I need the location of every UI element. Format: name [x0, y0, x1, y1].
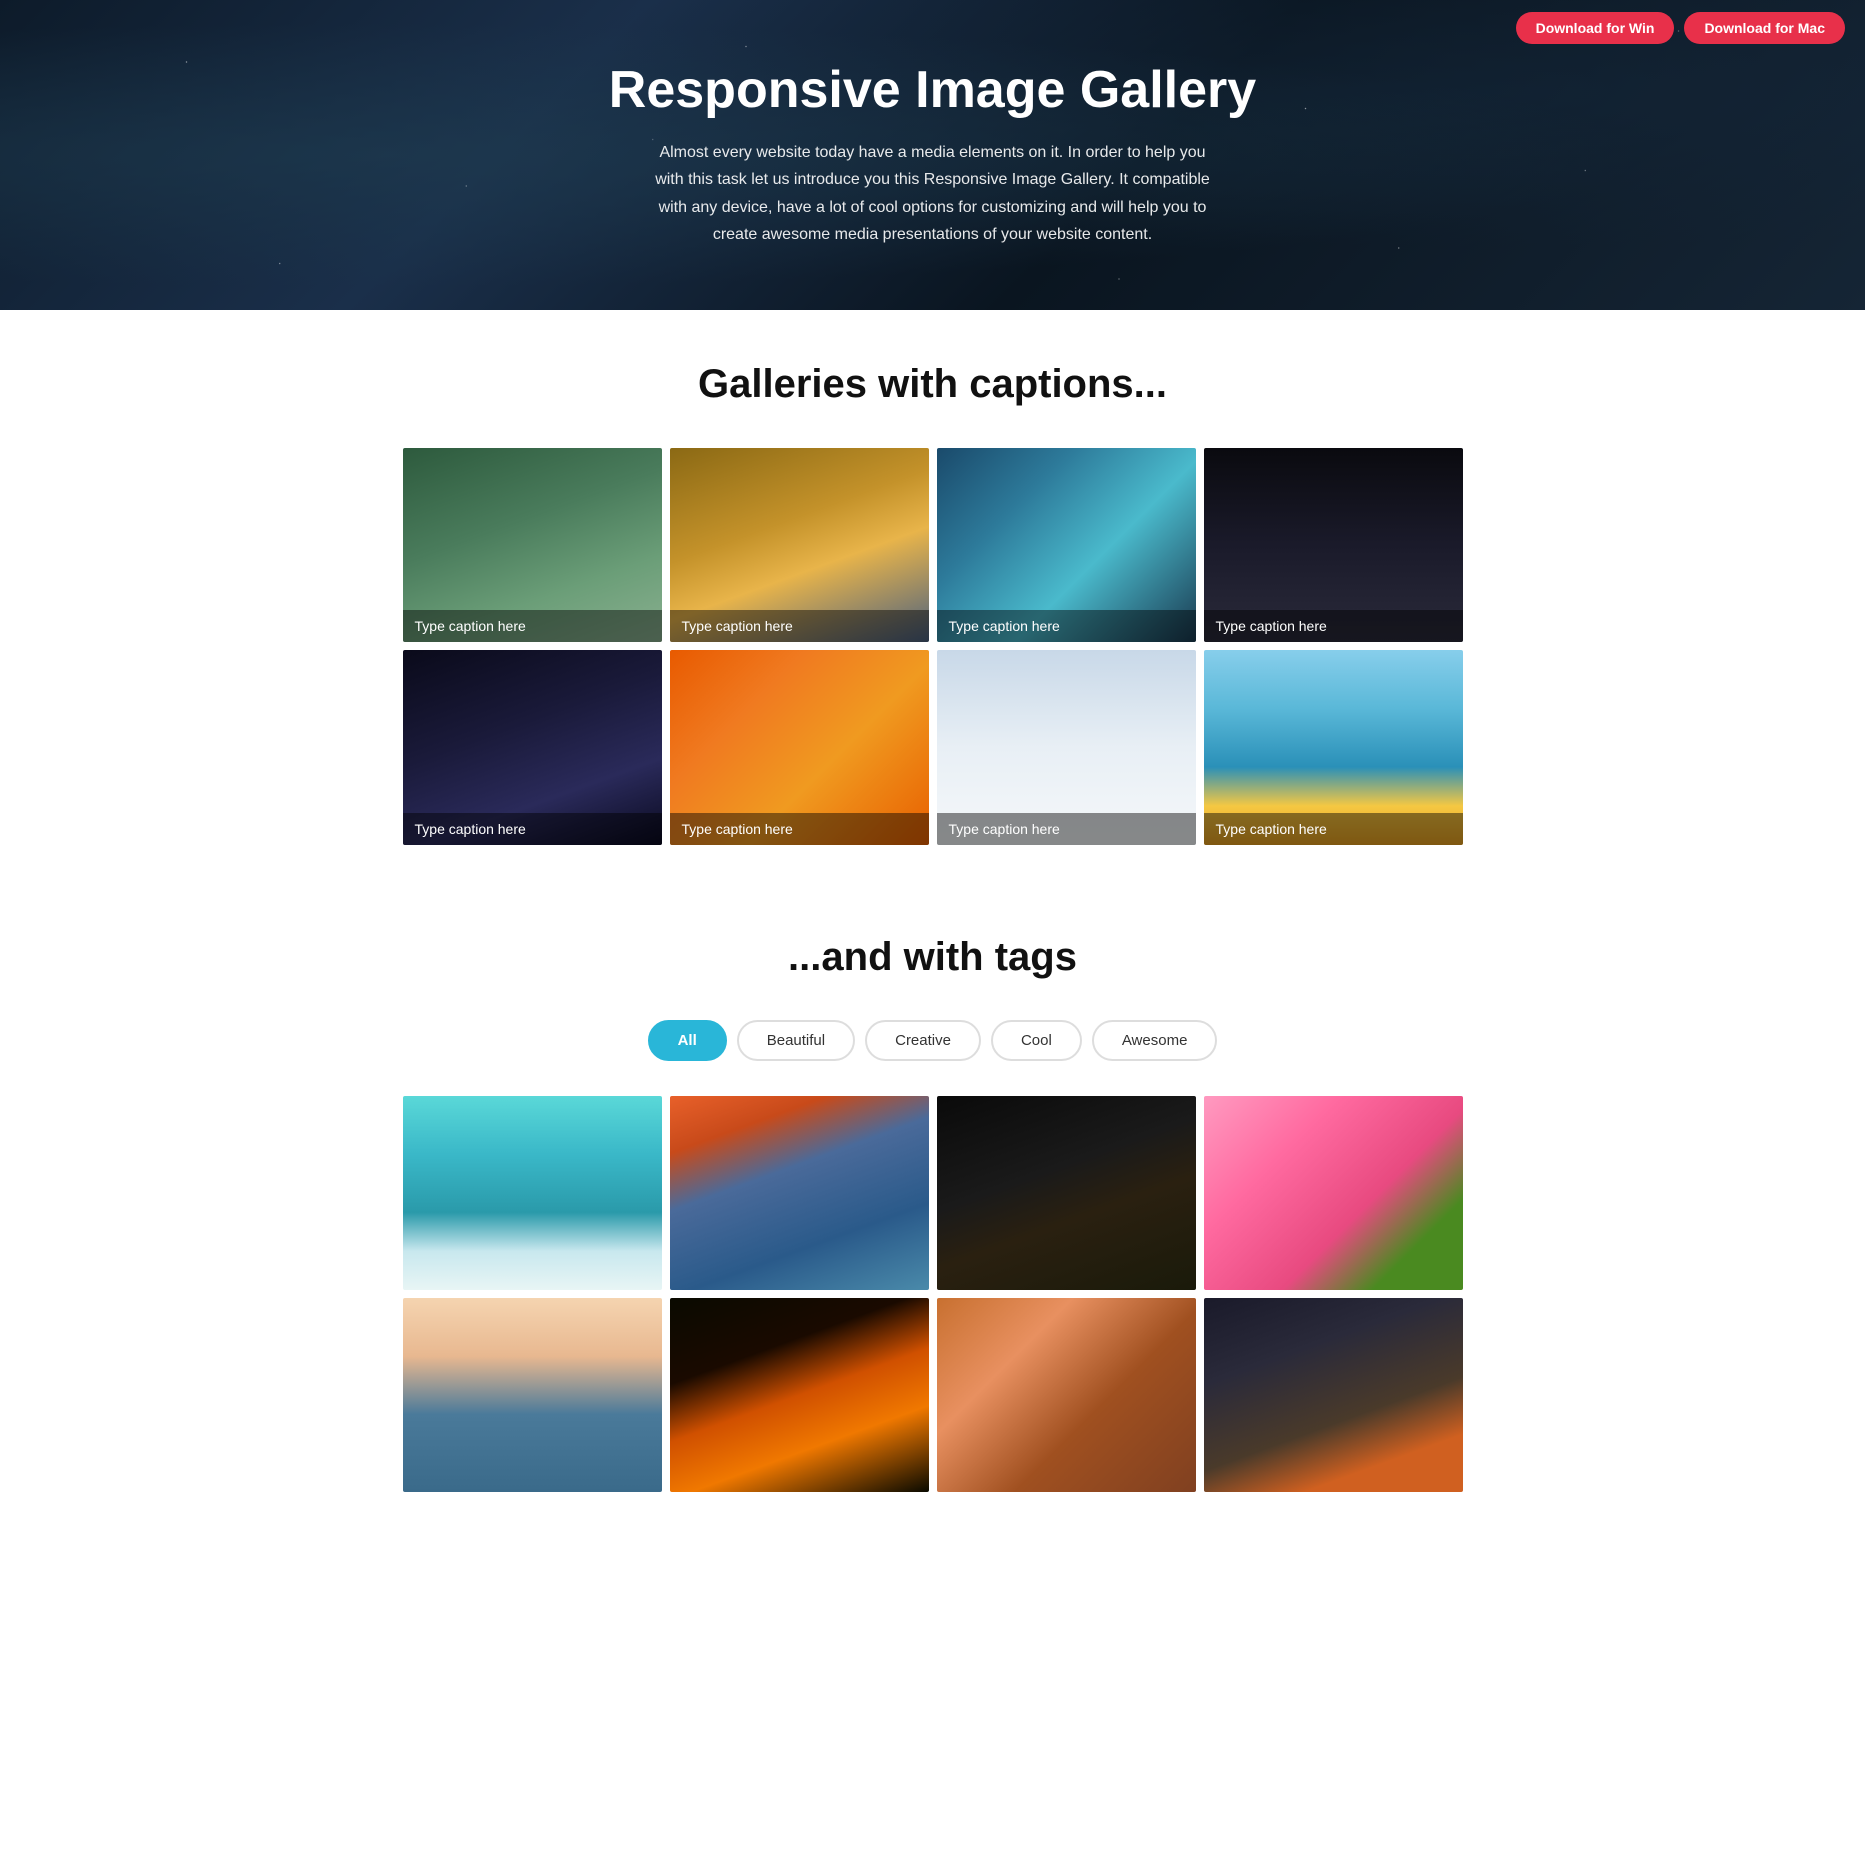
gallery-image	[1204, 1298, 1463, 1492]
nav-buttons: Download for Win Download for Mac	[1516, 12, 1845, 44]
caption-gallery-item[interactable]: Type caption here	[937, 650, 1196, 844]
gallery-image	[937, 1298, 1196, 1492]
tag-gallery-item[interactable]	[403, 1096, 662, 1290]
tag-filter-button[interactable]: All	[648, 1020, 727, 1061]
gallery-caption: Type caption here	[670, 610, 929, 642]
caption-gallery-item[interactable]: Type caption here	[670, 448, 929, 642]
tag-filter-button[interactable]: Creative	[865, 1020, 981, 1061]
gallery-caption: Type caption here	[403, 610, 662, 642]
gallery-image	[1204, 1096, 1463, 1290]
tag-gallery-item[interactable]	[670, 1298, 929, 1492]
tag-filter-bar: AllBeautifulCreativeCoolAwesome	[403, 1020, 1463, 1061]
hero-title: Responsive Image Gallery	[609, 62, 1256, 119]
caption-gallery-item[interactable]: Type caption here	[1204, 650, 1463, 844]
caption-gallery-item[interactable]: Type caption here	[403, 650, 662, 844]
tags-section-title: ...and with tags	[403, 935, 1463, 980]
tag-filter-button[interactable]: Beautiful	[737, 1020, 855, 1061]
gallery-caption: Type caption here	[403, 813, 662, 845]
caption-gallery-item[interactable]: Type caption here	[1204, 448, 1463, 642]
tag-gallery-item[interactable]	[937, 1298, 1196, 1492]
tag-gallery-item[interactable]	[937, 1096, 1196, 1290]
gallery-image	[670, 1298, 929, 1492]
download-mac-button[interactable]: Download for Mac	[1684, 12, 1845, 44]
gallery-image	[403, 1298, 662, 1492]
caption-gallery-item[interactable]: Type caption here	[670, 650, 929, 844]
gallery-caption: Type caption here	[937, 610, 1196, 642]
tag-gallery-item[interactable]	[670, 1096, 929, 1290]
gallery-caption: Type caption here	[937, 813, 1196, 845]
captions-section-title: Galleries with captions...	[403, 360, 1463, 408]
gallery-caption: Type caption here	[670, 813, 929, 845]
caption-gallery-grid: Type caption hereType caption hereType c…	[403, 448, 1463, 845]
tag-gallery-grid	[403, 1096, 1463, 1493]
tags-section: ...and with tags AllBeautifulCreativeCoo…	[383, 885, 1483, 1533]
caption-gallery-item[interactable]: Type caption here	[937, 448, 1196, 642]
tag-filter-button[interactable]: Cool	[991, 1020, 1082, 1061]
gallery-image	[403, 1096, 662, 1290]
caption-gallery-item[interactable]: Type caption here	[403, 448, 662, 642]
hero-description: Almost every website today have a media …	[653, 139, 1213, 248]
gallery-caption: Type caption here	[1204, 813, 1463, 845]
tag-gallery-item[interactable]	[1204, 1096, 1463, 1290]
tag-gallery-item[interactable]	[403, 1298, 662, 1492]
captions-section: Galleries with captions... Type caption …	[383, 310, 1483, 885]
hero-section: Download for Win Download for Mac Respon…	[0, 0, 1865, 310]
tag-filter-button[interactable]: Awesome	[1092, 1020, 1218, 1061]
gallery-caption: Type caption here	[1204, 610, 1463, 642]
download-win-button[interactable]: Download for Win	[1516, 12, 1675, 44]
gallery-image	[937, 1096, 1196, 1290]
gallery-image	[670, 1096, 929, 1290]
tag-gallery-item[interactable]	[1204, 1298, 1463, 1492]
